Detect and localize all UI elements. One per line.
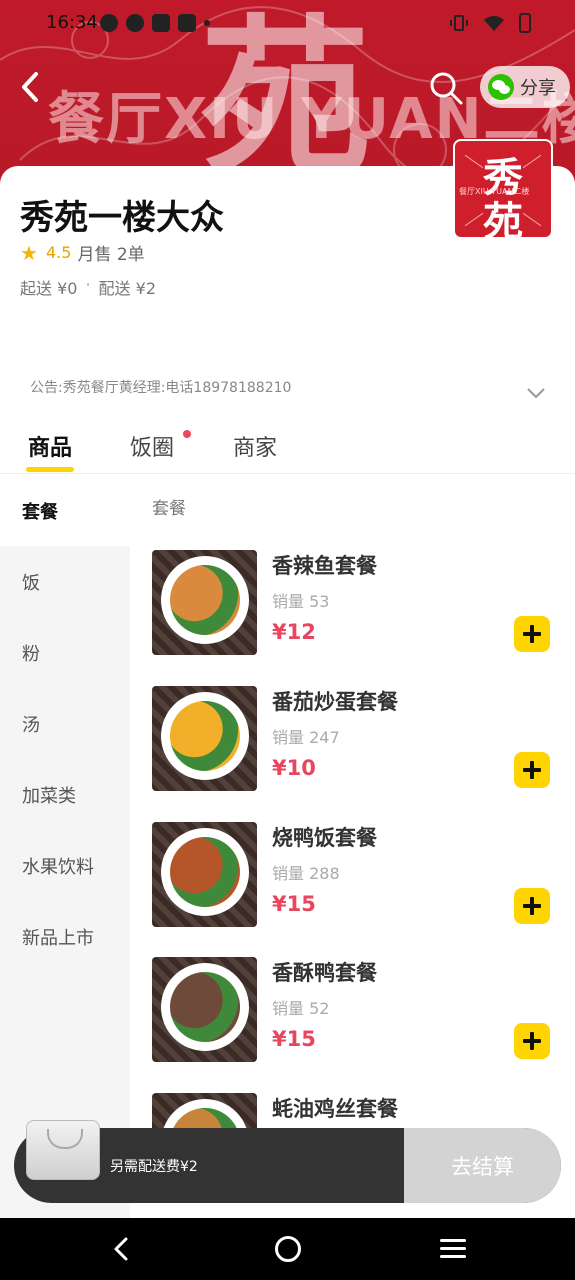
product-name: 香酥鸭套餐	[272, 961, 377, 985]
add-to-cart-button[interactable]	[514, 888, 550, 924]
sidebar-item-noodles[interactable]: 粉	[0, 617, 130, 688]
app-status-icon	[126, 14, 144, 32]
wifi-icon	[484, 16, 504, 31]
bag-status-icon	[152, 14, 170, 32]
shop-rating: 4.5	[46, 243, 72, 262]
product-name: 番茄炒蛋套餐	[272, 690, 398, 714]
delivery-info: 起送 ¥0 · 配送 ¥2	[20, 275, 156, 299]
status-system-icons	[449, 13, 531, 33]
logo-decoration	[464, 154, 484, 169]
nav-menu-icon[interactable]	[440, 1239, 466, 1259]
plus-icon	[523, 761, 541, 779]
wechat-icon	[488, 74, 514, 100]
sidebar-item-soup[interactable]: 汤	[0, 688, 130, 759]
product-sales: 销量 288	[272, 864, 340, 883]
food	[170, 972, 240, 1042]
product-sales: 销量 247	[272, 728, 340, 747]
shop-notice[interactable]: 公告:秀苑餐厅黄经理:电话18978188210	[30, 377, 291, 397]
add-to-cart-button[interactable]	[514, 1023, 550, 1059]
product-price: ¥10	[272, 756, 316, 780]
product-image	[152, 1093, 257, 1128]
plus-icon	[523, 625, 541, 643]
food	[170, 701, 240, 771]
sidebar-item-rice[interactable]: 饭	[0, 546, 130, 617]
tab-bar: 商品 饭圈 商家	[0, 422, 575, 474]
plus-icon	[523, 897, 541, 915]
add-to-cart-button[interactable]	[514, 616, 550, 652]
shop-logo: 秀 餐厅XIU YUAN二楼 苑	[455, 141, 551, 237]
product-image	[152, 957, 257, 1062]
product-image	[152, 822, 257, 927]
product-image	[152, 550, 257, 655]
shopping-bag-icon[interactable]	[26, 1120, 100, 1180]
active-tab-indicator	[26, 467, 74, 472]
product-item[interactable]: 番茄炒蛋套餐 销量 247 ¥10	[152, 686, 562, 796]
bag-status-icon-2	[178, 14, 196, 32]
shop-name: 秀苑一楼大众	[20, 198, 224, 238]
share-button[interactable]: 分享	[480, 66, 570, 108]
rating-row: ★ 4.5 月售 2单	[20, 240, 145, 266]
chevron-down-icon[interactable]	[526, 386, 546, 400]
settings-status-icon	[100, 14, 118, 32]
product-item[interactable]: 香酥鸭套餐 销量 52 ¥15	[152, 957, 562, 1067]
sidebar-item-extra-dishes[interactable]: 加菜类	[0, 759, 130, 830]
checkout-button[interactable]: 去结算	[404, 1128, 561, 1203]
battery-icon	[519, 13, 531, 33]
vibrate-icon	[450, 15, 468, 31]
delivery-fee: 配送 ¥2	[98, 279, 156, 298]
product-name: 香辣鱼套餐	[272, 554, 377, 578]
product-price: ¥15	[272, 892, 316, 916]
product-item[interactable]: 香辣鱼套餐 销量 53 ¥12	[152, 550, 562, 660]
category-sidebar: 套餐 饭 粉 汤 加菜类 水果饮料 新品上市	[0, 475, 130, 1220]
status-notification-icons	[100, 14, 210, 32]
status-bar: 16:34	[0, 0, 575, 48]
product-item[interactable]: 蚝油鸡丝套餐	[152, 1093, 562, 1128]
nav-home-icon[interactable]	[275, 1236, 301, 1262]
product-price: ¥12	[272, 620, 316, 644]
section-title: 套餐	[152, 499, 186, 519]
product-price: ¥15	[272, 1027, 316, 1051]
new-badge-dot	[183, 430, 191, 438]
more-notifications-icon	[204, 20, 210, 26]
food	[170, 837, 240, 907]
nav-back-icon[interactable]	[111, 1236, 131, 1262]
sidebar-item-combo[interactable]: 套餐	[0, 475, 130, 546]
sidebar-item-new[interactable]: 新品上市	[0, 901, 130, 972]
tab-merchant[interactable]: 商家	[233, 430, 277, 462]
logo-decoration	[522, 212, 542, 227]
plus-icon	[523, 1032, 541, 1050]
monthly-sales: 月售 2单	[77, 245, 145, 265]
product-sales: 销量 52	[272, 999, 330, 1018]
add-to-cart-button[interactable]	[514, 752, 550, 788]
separator: ·	[85, 275, 91, 294]
logo-decoration	[464, 212, 484, 227]
food	[170, 565, 240, 635]
product-item[interactable]: 烧鸭饭套餐 销量 288 ¥15	[152, 822, 562, 932]
product-sales: 销量 53	[272, 592, 330, 611]
back-arrow-icon[interactable]	[18, 70, 44, 104]
tab-fanquan[interactable]: 饭圈	[130, 430, 174, 462]
logo-char-2: 苑	[483, 198, 523, 237]
logo-decoration	[522, 154, 542, 169]
min-order: 起送 ¥0	[20, 279, 78, 298]
product-name: 烧鸭饭套餐	[272, 826, 377, 850]
product-image	[152, 686, 257, 791]
system-navigation-bar	[0, 1218, 575, 1280]
share-label: 分享	[520, 78, 556, 99]
tab-products[interactable]: 商品	[28, 430, 72, 462]
delivery-fee-note: 另需配送费¥2	[110, 1159, 198, 1175]
product-name: 蚝油鸡丝套餐	[272, 1097, 398, 1121]
sidebar-item-fruit-drinks[interactable]: 水果饮料	[0, 830, 130, 901]
status-time: 16:34	[46, 12, 98, 33]
search-icon[interactable]	[428, 70, 464, 106]
star-icon: ★	[20, 240, 38, 265]
